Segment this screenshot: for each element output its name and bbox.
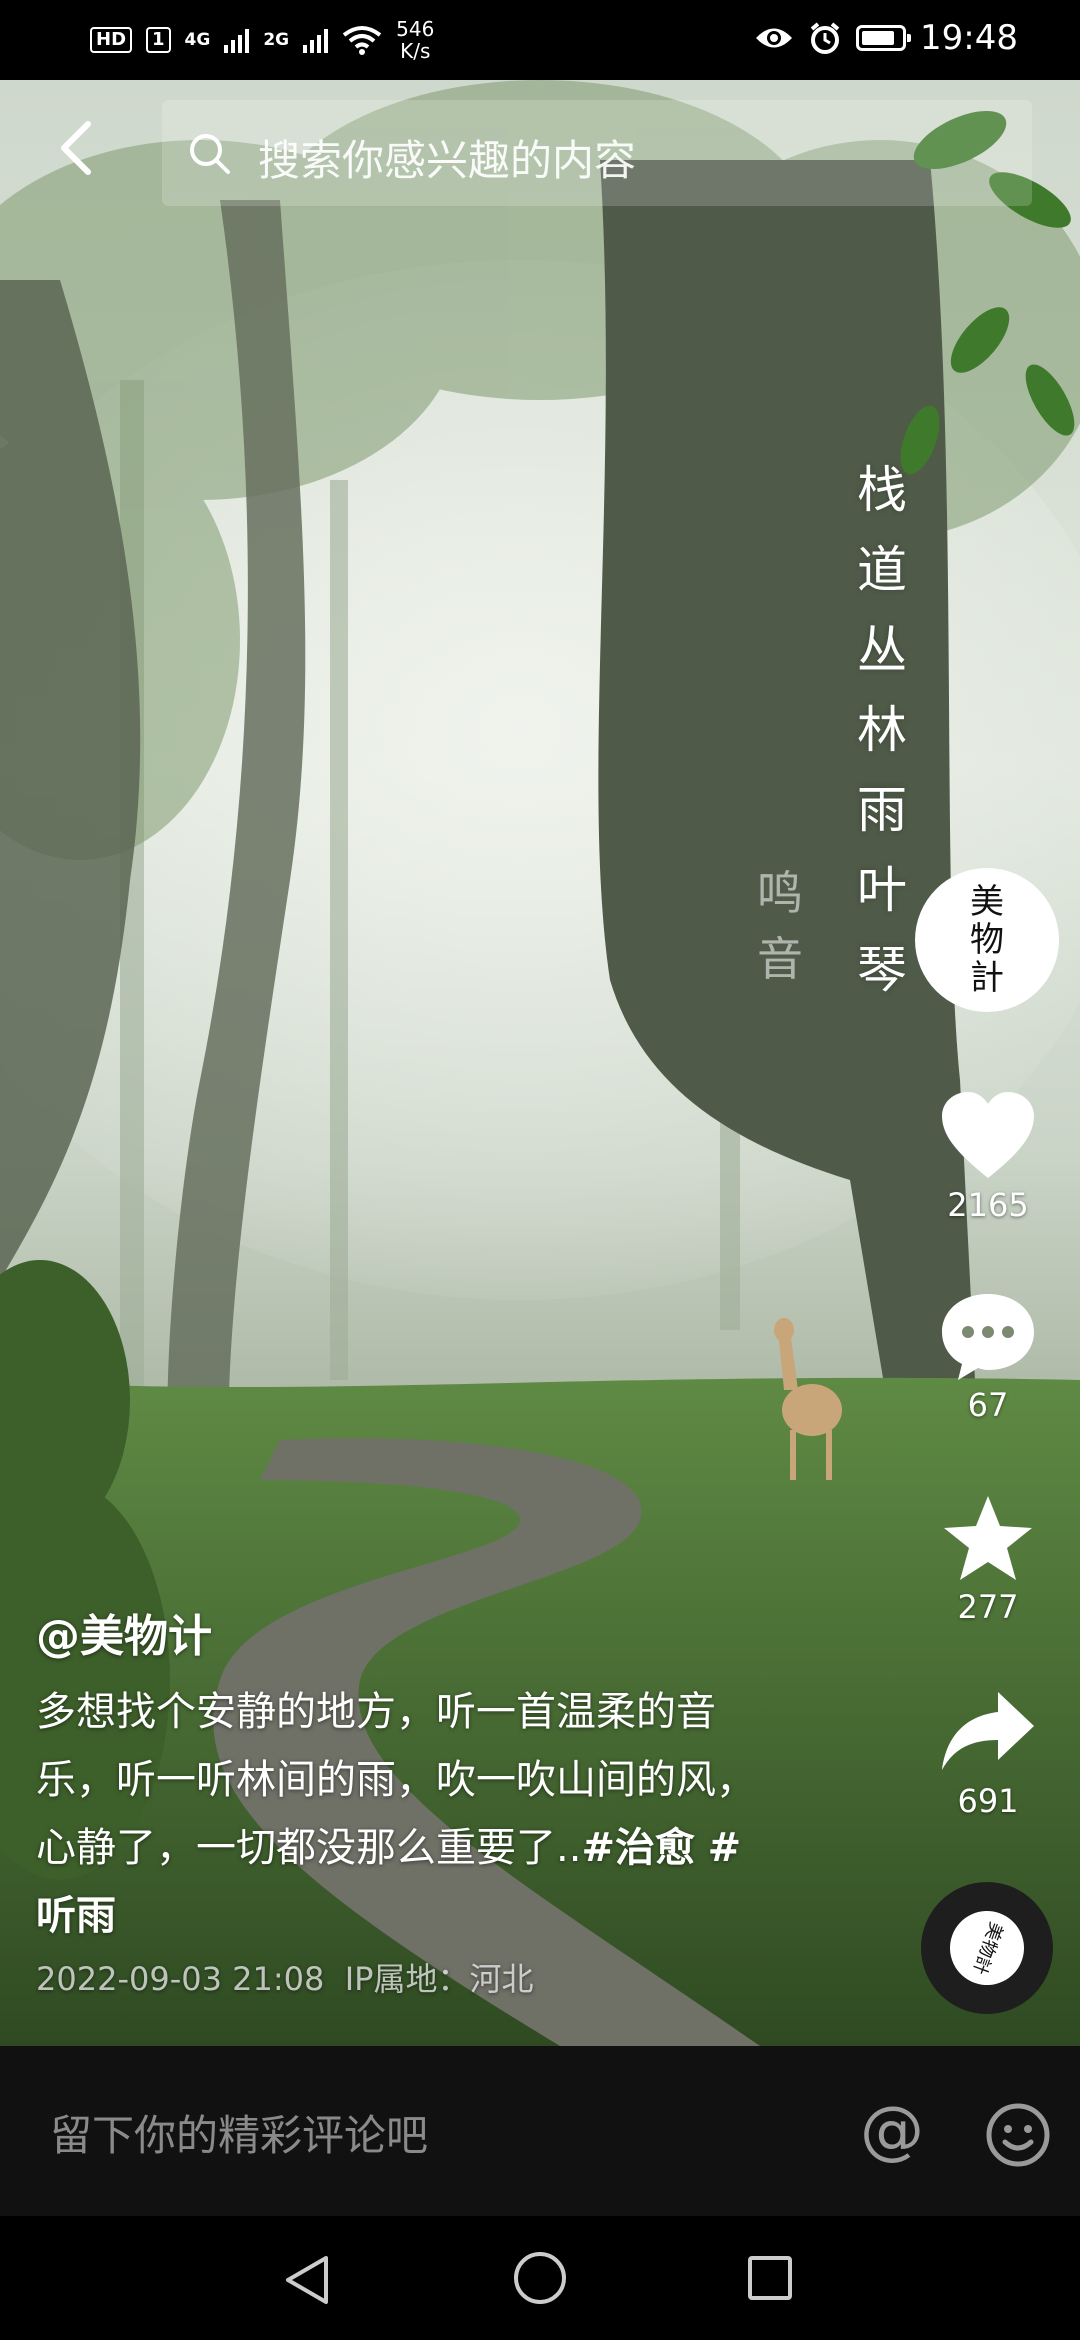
comment-icon: [942, 1294, 1034, 1380]
speed-unit: K/s: [400, 39, 431, 63]
status-left: HD 1 4G 2G 546 K/s: [90, 18, 434, 62]
heart-icon: [942, 1092, 1034, 1178]
nav-back-icon[interactable]: [282, 2252, 332, 2308]
post-description: 多想找个安静的地方，听一首温柔的音乐，听一听林间的雨，吹一吹山间的风，心静了，一…: [36, 1678, 776, 1950]
sim1-badge: 1: [146, 27, 171, 53]
top-bar: 搜索你感兴趣的内容: [0, 96, 1080, 210]
post-meta: 2022-09-03 21:08 IP属地：河北: [36, 1954, 776, 2000]
title-char: 道: [857, 541, 907, 599]
avatar-line: 物: [970, 920, 1004, 960]
speed-value: 546: [396, 17, 435, 41]
video-overlay-title: 栈 道 丛 林 雨 叶 琴: [852, 450, 912, 1010]
search-bar[interactable]: 搜索你感兴趣的内容: [162, 100, 1032, 206]
title-char: 林: [857, 701, 907, 759]
nav-home-icon[interactable]: [512, 2250, 568, 2306]
hd-badge: HD: [90, 27, 133, 53]
video-player[interactable]: 搜索你感兴趣的内容 栈 道 丛 林 雨 叶 琴 鸣 音 美 物 計 2165 6…: [0, 80, 1080, 2046]
comment-input[interactable]: 留下你的精彩评论吧: [50, 2102, 428, 2163]
author-avatar[interactable]: 美 物 計: [915, 868, 1059, 1012]
network-speed: 546 K/s: [396, 18, 434, 62]
subtitle-char: 鸣: [757, 866, 803, 920]
avatar-line: 計: [970, 958, 1004, 998]
clock: 19:48: [920, 18, 1018, 58]
music-disc-label: 美物計: [939, 1900, 1035, 1996]
wifi-icon: [342, 26, 382, 55]
back-icon[interactable]: [50, 118, 110, 178]
title-char: 栈: [857, 461, 907, 519]
system-nav-bar: [0, 2216, 1080, 2340]
title-char: 雨: [857, 781, 907, 839]
status-bar: HD 1 4G 2G 546 K/s 19:48: [0, 0, 1080, 80]
avatar-line: 美: [970, 882, 1004, 922]
comment-bar: 留下你的精彩评论吧 @: [0, 2046, 1080, 2216]
like-count: 2165: [947, 1186, 1029, 1224]
share-icon: [942, 1692, 1034, 1770]
subtitle-char: 音: [757, 932, 803, 986]
hashtag[interactable]: #治愈: [581, 1825, 695, 1871]
comment-count: 67: [967, 1386, 1009, 1424]
comment-button[interactable]: 67: [920, 1290, 1056, 1424]
signal-icon-2: [303, 27, 329, 53]
ip-location: IP属地：河北: [344, 1960, 534, 1998]
search-icon: [190, 134, 230, 174]
alarm-icon: [810, 22, 840, 54]
like-button[interactable]: 2165: [920, 1090, 1056, 1224]
title-char: 丛: [857, 621, 907, 679]
video-overlay-subtitle: 鸣 音: [752, 860, 808, 992]
share-button[interactable]: 691: [920, 1686, 1056, 1820]
sim1-network: 4G: [184, 30, 211, 50]
search-placeholder: 搜索你感兴趣的内容: [258, 136, 637, 185]
battery-icon: [856, 25, 912, 51]
signal-icon: [224, 27, 250, 53]
sim2-network: 2G: [263, 30, 290, 50]
post-datetime: 2022-09-03 21:08: [36, 1960, 325, 1998]
share-count: 691: [957, 1782, 1019, 1820]
title-char: 叶: [857, 861, 907, 919]
at-mention-icon[interactable]: @: [860, 2096, 924, 2166]
post-caption: @美物计 多想找个安静的地方，听一首温柔的音乐，听一听林间的雨，吹一吹山间的风，…: [36, 1600, 776, 2000]
nav-recent-icon[interactable]: [746, 2254, 794, 2302]
eye-icon: [756, 28, 793, 48]
author-name[interactable]: @美物计: [36, 1600, 776, 1664]
favorite-button[interactable]: 277: [920, 1492, 1056, 1626]
title-char: 琴: [857, 941, 907, 999]
music-disc[interactable]: 美物計: [921, 1882, 1053, 2014]
status-right: 19:48: [754, 18, 1018, 58]
star-icon: [944, 1496, 1032, 1580]
emoji-icon[interactable]: [985, 2102, 1051, 2168]
favorite-count: 277: [957, 1588, 1019, 1626]
